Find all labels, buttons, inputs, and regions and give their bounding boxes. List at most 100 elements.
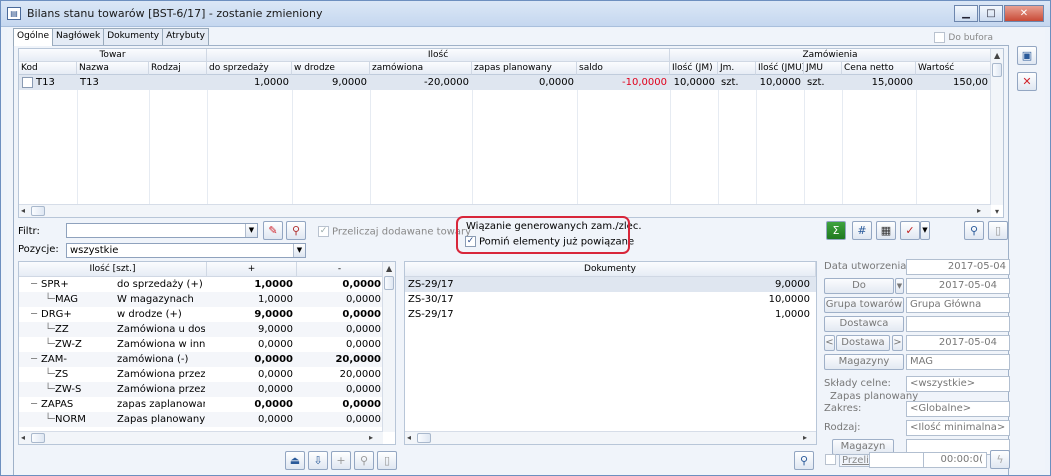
column-header[interactable]: zamówiona (370, 62, 472, 75)
column-header[interactable]: do sprzedaży (207, 62, 292, 75)
zakres-combo[interactable]: <Globalne> (906, 401, 1010, 417)
row-checkbox[interactable] (22, 76, 33, 88)
do-bufora-checkbox[interactable]: Do bufora (934, 32, 993, 43)
column-header[interactable]: Rodzaj (149, 62, 207, 75)
tree-row[interactable]: └─ZW-Z Zamówiona w innych 0,0000 0,0000 (19, 337, 383, 352)
scroll-thumb[interactable] (417, 433, 431, 443)
documents-header[interactable]: Dokumenty (405, 262, 816, 277)
column-header[interactable]: Cena netto (842, 62, 916, 75)
search-icon[interactable]: ⚲ (964, 221, 984, 240)
document-row[interactable]: ZS-29/17 9,0000 (405, 277, 816, 292)
dostawca-button[interactable]: Dostawca (824, 316, 904, 332)
document-row[interactable]: ZS-29/17 1,0000 (405, 307, 816, 322)
tab-atrybuty[interactable]: Atrybuty (162, 28, 209, 45)
tree-header[interactable]: - (297, 262, 383, 277)
column-header[interactable]: Ilość (JMU) (756, 62, 804, 75)
chevron-down-icon[interactable]: ▼ (293, 244, 305, 257)
pozycje-combo[interactable]: wszystkie ▼ (66, 243, 306, 258)
column-header[interactable]: Kod (19, 62, 77, 75)
scroll-right-icon[interactable]: ▸ (369, 432, 373, 444)
balance-grid[interactable]: Towar Ilość Zamówienia Kod Nazwa Rodzaj … (18, 48, 1004, 218)
scroll-thumb[interactable] (384, 276, 394, 290)
column-header[interactable]: JMU (804, 62, 842, 75)
rodzaj-combo[interactable]: <Ilość minimalna> (906, 420, 1010, 436)
grupa-towarow-button[interactable]: Grupa towarów (824, 297, 904, 313)
tree-header[interactable]: + (207, 262, 297, 277)
add-icon[interactable]: + (331, 451, 351, 470)
scroll-right-icon[interactable]: ▸ (803, 432, 807, 444)
export-icon[interactable]: ⏏ (285, 451, 305, 470)
przeliczaj-checkbox[interactable]: ✓ Przeliczaj dodawane towary (318, 226, 471, 238)
search-icon[interactable]: ⚲ (354, 451, 374, 470)
scroll-up-icon[interactable]: ▲ (994, 50, 1000, 62)
column-header[interactable]: Jm. (718, 62, 756, 75)
column-header[interactable]: Nazwa (77, 62, 149, 75)
close-icon[interactable]: ✕ (1017, 72, 1037, 91)
scroll-thumb[interactable] (31, 206, 45, 216)
documents-list[interactable]: Dokumenty ZS-29/17 9,0000 ZS-30/17 10,0000 Z… (404, 261, 817, 445)
column-header[interactable]: zapas planowany (472, 62, 577, 75)
dostawa-button[interactable]: Dostawa (836, 335, 890, 351)
filter-search-button[interactable]: ⚲ (286, 221, 306, 240)
do-button[interactable]: Do (824, 278, 894, 294)
tree-row[interactable]: └─ZZ Zamówiona u dostaw 9,0000 0,0000 (19, 322, 383, 337)
filter-combo[interactable]: ▼ (66, 223, 258, 238)
tree-row[interactable]: ─ ZAM-zamówiona (-) 0,0000 20,0000 (19, 352, 383, 367)
tree-row[interactable]: ─ SPR+ do sprzedaży (+) 1,0000 0,0000 (19, 277, 383, 292)
trash-icon[interactable]: ▯ (988, 221, 1008, 240)
column-header[interactable]: saldo (577, 62, 670, 75)
magazyny-button[interactable]: Magazyny (824, 354, 904, 370)
scroll-left-icon[interactable]: ◂ (407, 432, 411, 444)
scroll-left-icon[interactable]: ◂ (21, 432, 25, 444)
scroll-down-icon[interactable]: ▾ (995, 206, 999, 217)
tree-row[interactable]: └─ZW-S Zamówiona przez inn 0,0000 0,0000 (19, 382, 383, 397)
document-row[interactable]: ZS-30/17 10,0000 (405, 292, 816, 307)
group-header-ilosc[interactable]: Ilość (207, 49, 670, 62)
save-icon[interactable]: ▣ (1017, 46, 1037, 65)
table-row[interactable]: T13 T13 1,0000 9,0000 -20,0000 0,0000 -1… (19, 75, 991, 90)
vertical-scrollbar[interactable]: ▲ (382, 262, 395, 432)
calculator-icon[interactable]: # (852, 221, 872, 240)
scroll-thumb[interactable] (992, 63, 1002, 77)
tree-row[interactable]: └─NORM Zapas planowany 0,0000 0,0000 (19, 412, 383, 427)
horizontal-scrollbar[interactable]: ◂ ▸ (405, 431, 816, 444)
chevron-down-icon[interactable]: ▼ (895, 278, 904, 294)
column-header[interactable]: Ilość (JM) (670, 62, 718, 75)
scroll-thumb[interactable] (31, 433, 45, 443)
import-icon[interactable]: ⇩ (308, 451, 328, 470)
vertical-scrollbar[interactable]: ▲ (990, 49, 1003, 205)
do-date-field[interactable]: 2017-05-04 (906, 278, 1010, 294)
tab-naglowek[interactable]: Nagłówek (52, 28, 105, 45)
next-arrow-button[interactable]: > (892, 335, 903, 351)
time-field[interactable]: 00:00:0( (923, 452, 987, 468)
scroll-left-icon[interactable]: ◂ (21, 205, 25, 217)
tab-dokumenty[interactable]: Dokumenty (103, 28, 164, 45)
maximize-button[interactable]: □ (979, 5, 1003, 22)
horizontal-scrollbar[interactable]: ◂ ▸ (19, 431, 383, 444)
sklady-combo[interactable]: <wszystkie> (906, 376, 1010, 392)
tab-ogolne[interactable]: Ogólne (13, 28, 54, 46)
tree-row[interactable]: ─ DRG+ w drodze (+) 9,0000 0,0000 (19, 307, 383, 322)
sum-icon[interactable]: Σ (826, 221, 846, 240)
column-header[interactable]: Wartość (916, 62, 991, 75)
edit-filter-button[interactable]: ✎ (263, 221, 283, 240)
close-button[interactable]: ✕ (1004, 5, 1044, 22)
chevron-down-icon[interactable]: ▼ (920, 221, 930, 240)
scroll-right-icon[interactable]: ▸ (977, 205, 981, 217)
trash-icon[interactable]: ▯ (377, 451, 397, 470)
tree-row[interactable]: └─ZS Zamówiona przez klie 0,0000 20,0000 (19, 367, 383, 382)
calendar-icon[interactable]: ▦ (876, 221, 896, 240)
quantity-tree[interactable]: Ilość [szt.] + - ─ SPR+ do sprzedaży (+) 1,… (18, 261, 396, 445)
tree-row[interactable]: ─ZAPAS zapas zaplanowany 0,0000 0,0000 (19, 397, 383, 412)
generate-icon[interactable]: ✓ (900, 221, 920, 240)
minimize-button[interactable]: ▁ (954, 5, 978, 22)
search-icon[interactable]: ⚲ (794, 451, 814, 470)
chevron-down-icon[interactable]: ▼ (245, 224, 257, 237)
lightning-icon[interactable]: ϟ (990, 450, 1010, 469)
prev-arrow-button[interactable]: < (824, 335, 835, 351)
column-header[interactable]: w drodze (292, 62, 370, 75)
group-header-zamowienia[interactable]: Zamówienia (670, 49, 991, 62)
dostawa-date-field[interactable]: 2017-05-04 (906, 335, 1010, 351)
scroll-up-icon[interactable]: ▲ (386, 263, 392, 275)
group-header-towar[interactable]: Towar (19, 49, 207, 62)
